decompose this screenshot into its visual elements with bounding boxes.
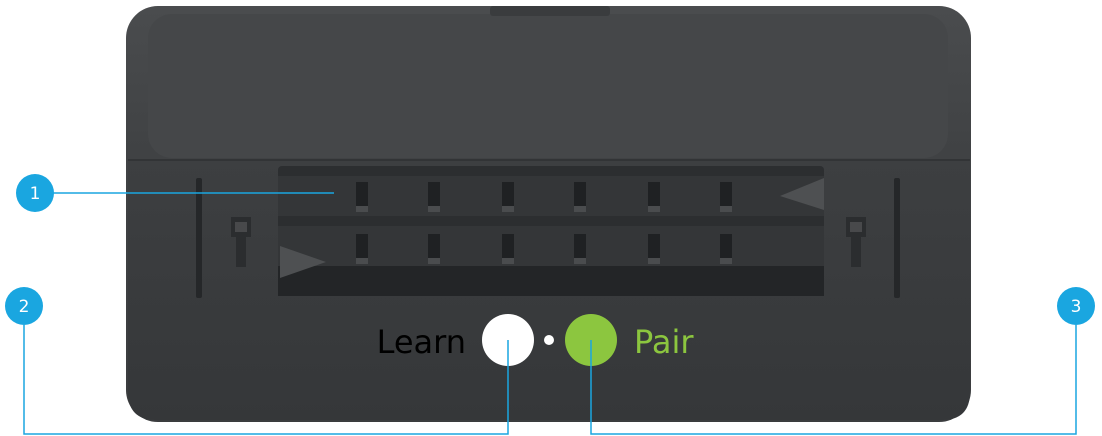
connector-pin-highlight: [574, 206, 586, 212]
learn-label: Learn: [377, 323, 466, 361]
top-tab: [490, 6, 610, 16]
callout-1-number: 1: [30, 184, 41, 204]
callout-2-number: 2: [19, 297, 30, 317]
connector-pin-highlight: [428, 206, 440, 212]
callout-2: 2: [5, 287, 43, 325]
connector-pin-highlight: [720, 258, 732, 264]
indicator-dot: [544, 335, 554, 345]
callout-1: 1: [16, 174, 54, 212]
connector-pin-highlight: [720, 206, 732, 212]
connector-pin-highlight: [574, 258, 586, 264]
connector-pin-highlight: [502, 258, 514, 264]
connector-pin-highlight: [356, 258, 368, 264]
callout-3: 3: [1057, 287, 1095, 325]
connector-pin-highlight: [356, 206, 368, 212]
connector-pin-highlight: [648, 258, 660, 264]
connector-pin-highlight: [648, 206, 660, 212]
callout-3-number: 3: [1071, 297, 1082, 317]
pair-label: Pair: [634, 323, 694, 361]
connector-pin-highlight: [502, 206, 514, 212]
device-diagram: Learn Pair 1 2 3: [5, 6, 1095, 435]
connector-pin-highlight: [428, 258, 440, 264]
